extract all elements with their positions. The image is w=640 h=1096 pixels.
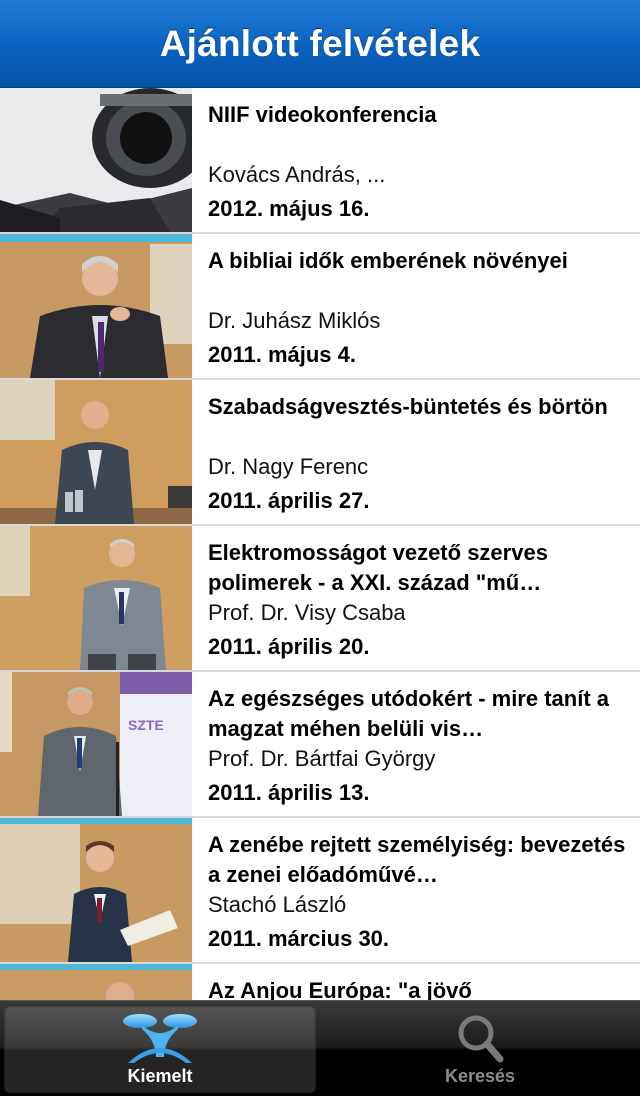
tab-label: Keresés (444, 1066, 516, 1086)
recording-list[interactable]: NIIF videokonferencia Kovács András, ...… (0, 88, 640, 1000)
item-title: NIIF videokonferencia (208, 102, 437, 127)
page-title: Ajánlott felvételek (159, 22, 481, 64)
featured-x-icon (123, 1014, 197, 1063)
item-author: Dr. Nagy Ferenc (208, 454, 369, 479)
item-author: Stachó László (208, 892, 347, 917)
item-title: A bibliai idők emberének növényei (208, 248, 568, 273)
item-title: A zenébe rejtett személyiség: bevezetés … (208, 832, 626, 887)
list-item[interactable]: Az Anjou Európa: "a jövő (0, 964, 640, 1000)
video-thumbnail (0, 964, 192, 1000)
item-date: 2011. április 27. (208, 488, 370, 513)
item-date: 2011. március 30. (208, 926, 390, 951)
item-date: 2011. április 13. (208, 780, 370, 805)
item-title: Szabadságvesztés-büntetés és börtön (208, 394, 608, 419)
video-thumbnail (0, 88, 192, 232)
tab-kiemelt[interactable]: Kiemelt (4, 1005, 316, 1093)
item-title: Az Anjou Európa: "a jövő (208, 978, 472, 1000)
video-thumbnail (0, 234, 192, 378)
item-author: Kovács András, ... (208, 162, 386, 187)
video-thumbnail (0, 526, 192, 670)
tab-label: Kiemelt (127, 1066, 193, 1086)
tab-bar: Kiemelt Keresés (0, 1000, 640, 1096)
navigation-bar: Ajánlott felvételek (0, 0, 640, 88)
item-author: Prof. Dr. Bártfai György (208, 746, 436, 771)
item-author: Dr. Juhász Miklós (208, 308, 381, 333)
list-item[interactable]: A zenébe rejtett személyiség: bevezetés … (0, 818, 640, 964)
item-date: 2011. május 4. (208, 342, 356, 367)
tab-kereses[interactable]: Keresés (324, 1005, 636, 1093)
list-item[interactable]: Szabadságvesztés-büntetés és börtön Dr. … (0, 380, 640, 526)
item-title: Az egészséges utódokért - mire tanít a m… (208, 686, 609, 741)
search-icon (458, 1015, 504, 1063)
video-thumbnail (0, 818, 192, 962)
item-date: 2012. május 16. (208, 196, 370, 221)
item-author: Prof. Dr. Visy Csaba (208, 600, 406, 625)
list-item[interactable]: SZTE Az egészséges utódokért - mire taní… (0, 672, 640, 818)
list-item[interactable]: Elektromosságot vezető szerves polimerek… (0, 526, 640, 672)
list-item[interactable]: A bibliai idők emberének növényei Dr. Ju… (0, 234, 640, 380)
item-title: Elektromosságot vezető szerves polimerek… (208, 540, 548, 595)
video-thumbnail: SZTE (0, 672, 192, 816)
list-item[interactable]: NIIF videokonferencia Kovács András, ...… (0, 88, 640, 234)
szte-logo-text: SZTE (128, 717, 164, 733)
video-thumbnail (0, 380, 192, 524)
item-date: 2011. április 20. (208, 634, 370, 659)
